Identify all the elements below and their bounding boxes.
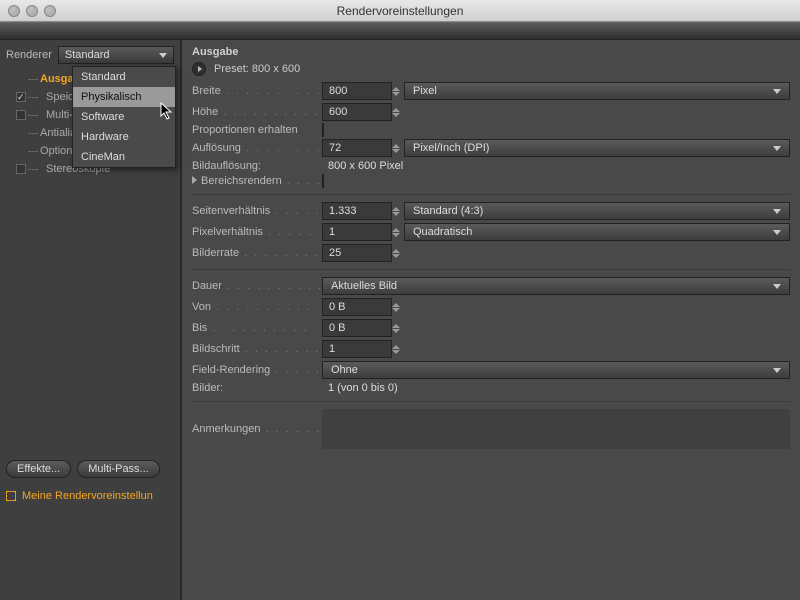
separator <box>192 269 790 270</box>
resolution-label: Auflösung <box>192 142 322 154</box>
chevron-down-icon <box>773 368 781 373</box>
duration-select[interactable]: Aktuelles Bild <box>322 277 790 295</box>
section-title: Ausgabe <box>192 46 790 58</box>
frames-value: 1 (von 0 bis 0) <box>322 382 790 394</box>
resolution-input[interactable]: 72 <box>322 139 392 157</box>
fps-stepper[interactable] <box>392 244 403 262</box>
expand-icon[interactable] <box>192 176 197 184</box>
chevron-down-icon <box>773 209 781 214</box>
aspect-stepper[interactable] <box>392 202 403 220</box>
renderer-menu-item[interactable]: Standard <box>73 67 175 87</box>
sidebar: Renderer Standard Standard Physikalisch … <box>0 40 180 600</box>
renderer-menu: Standard Physikalisch Software Hardware … <box>72 66 176 168</box>
checkbox-icon[interactable] <box>16 164 26 174</box>
duration-label: Dauer <box>192 280 322 292</box>
height-input[interactable]: 600 <box>322 103 392 121</box>
step-label: Bildschritt <box>192 343 322 355</box>
preset-row[interactable]: Meine Rendervoreinstellun <box>6 490 153 502</box>
pixasp-label: Pixelverhältnis <box>192 226 322 238</box>
pixasp-stepper[interactable] <box>392 223 403 241</box>
to-stepper[interactable] <box>392 319 403 337</box>
aspect-label: Seitenverhältnis <box>192 205 322 217</box>
imgres-value: 800 x 600 Pixel <box>322 160 790 172</box>
chevron-down-icon <box>773 146 781 151</box>
renderer-label: Renderer <box>6 49 52 61</box>
aspect-input[interactable]: 1.333 <box>322 202 392 220</box>
field-select[interactable]: Ohne <box>322 361 790 379</box>
fps-label: Bilderrate <box>192 247 322 259</box>
separator <box>192 194 790 195</box>
height-stepper[interactable] <box>392 103 403 121</box>
pixasp-select[interactable]: Quadratisch <box>404 223 790 241</box>
region-label: Bereichsrendern <box>192 175 322 187</box>
preset-label: Meine Rendervoreinstellun <box>22 490 153 502</box>
resolution-unit-select[interactable]: Pixel/Inch (DPI) <box>404 139 790 157</box>
width-input[interactable]: 800 <box>322 82 392 100</box>
field-label: Field-Rendering <box>192 364 322 376</box>
notes-textarea[interactable] <box>322 409 790 449</box>
region-checkbox[interactable] <box>322 174 324 188</box>
lock-checkbox[interactable] <box>322 123 324 137</box>
titlebar: Rendervoreinstellungen <box>0 0 800 22</box>
width-unit-select[interactable]: Pixel <box>404 82 790 100</box>
checkbox-icon[interactable] <box>16 92 26 102</box>
to-input[interactable]: 0 B <box>322 319 392 337</box>
preset-toggle[interactable] <box>192 62 206 76</box>
window-title: Rendervoreinstellungen <box>0 4 800 18</box>
frames-label: Bilder: <box>192 382 322 394</box>
renderer-value: Standard <box>65 49 110 61</box>
lock-label: Proportionen erhalten <box>192 124 322 136</box>
width-label: Breite <box>192 85 322 97</box>
chevron-down-icon <box>773 230 781 235</box>
multipass-button[interactable]: Multi-Pass... <box>77 460 160 478</box>
pixasp-input[interactable]: 1 <box>322 223 392 241</box>
to-label: Bis <box>192 322 322 334</box>
from-stepper[interactable] <box>392 298 403 316</box>
renderer-menu-item[interactable]: Software <box>73 107 175 127</box>
from-label: Von <box>192 301 322 313</box>
renderer-menu-item[interactable]: CineMan <box>73 147 175 167</box>
notes-label: Anmerkungen <box>192 423 322 435</box>
play-icon <box>198 66 202 72</box>
separator <box>192 401 790 402</box>
fps-input[interactable]: 25 <box>322 244 392 262</box>
renderer-dropdown[interactable]: Standard <box>58 46 174 64</box>
chevron-down-icon <box>159 53 167 58</box>
effects-button[interactable]: Effekte... <box>6 460 71 478</box>
from-input[interactable]: 0 B <box>322 298 392 316</box>
renderer-menu-item[interactable]: Hardware <box>73 127 175 147</box>
preset-text: Preset: 800 x 600 <box>214 63 300 75</box>
chevron-down-icon <box>773 284 781 289</box>
preset-icon <box>6 491 16 501</box>
width-stepper[interactable] <box>392 82 403 100</box>
content-panel: Ausgabe Preset: 800 x 600 Breite 800 Pix… <box>182 40 800 600</box>
toolbar <box>0 22 800 40</box>
renderer-menu-item[interactable]: Physikalisch <box>73 87 175 107</box>
step-input[interactable]: 1 <box>322 340 392 358</box>
checkbox-icon[interactable] <box>16 110 26 120</box>
imgres-label: Bildauflösung: <box>192 160 322 172</box>
resolution-stepper[interactable] <box>392 139 403 157</box>
height-label: Höhe <box>192 106 322 118</box>
chevron-down-icon <box>773 89 781 94</box>
aspect-select[interactable]: Standard (4:3) <box>404 202 790 220</box>
step-stepper[interactable] <box>392 340 403 358</box>
